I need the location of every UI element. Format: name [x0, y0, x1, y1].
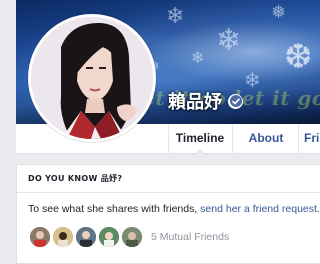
prompt-text: To see what she shares with friends, — [28, 203, 201, 215]
snowflake-decoration: ❅ — [271, 2, 287, 23]
snowflake-decoration: ❄ — [166, 4, 185, 29]
do-you-know-card: DO YOU KNOW 品妤? To see what she shares w… — [16, 164, 320, 264]
profile-picture[interactable] — [28, 14, 156, 142]
mutual-friends-count[interactable]: 5 Mutual Friends — [151, 231, 229, 243]
nav-divider — [298, 124, 299, 154]
tab-friends[interactable]: Fri — [304, 124, 320, 154]
facebook-profile-page: ❄ ❄ ❅ ❆ ❄ ❅ ❄ let it go let it go 賴品妤 Ti… — [0, 0, 320, 264]
nav-divider — [232, 124, 233, 154]
snowflake-decoration: ❄ — [191, 48, 205, 67]
profile-name[interactable]: 賴品妤 — [168, 88, 222, 114]
mutual-friend-avatar[interactable] — [28, 225, 52, 249]
card-header: DO YOU KNOW 品妤? — [17, 165, 320, 193]
mutual-friend-avatar[interactable] — [74, 225, 98, 249]
snowflake-decoration: ❆ — [284, 37, 313, 77]
mutual-friend-avatar[interactable] — [97, 225, 121, 249]
profile-avatar-image — [31, 17, 153, 139]
friend-request-prompt: To see what she shares with friends, sen… — [28, 203, 320, 215]
tab-about[interactable]: About — [244, 124, 288, 154]
mutual-friends-row[interactable]: 5 Mutual Friends — [28, 223, 229, 251]
profile-name-row: 賴品妤 — [168, 88, 243, 114]
send-friend-request-link[interactable]: send her a friend request. — [200, 203, 320, 215]
mutual-friend-avatar[interactable] — [120, 225, 144, 249]
tab-timeline[interactable]: Timeline — [168, 124, 232, 155]
snowflake-decoration: ❄ — [216, 23, 242, 58]
mutual-friend-avatar[interactable] — [51, 225, 75, 249]
verified-badge-icon — [228, 93, 243, 109]
